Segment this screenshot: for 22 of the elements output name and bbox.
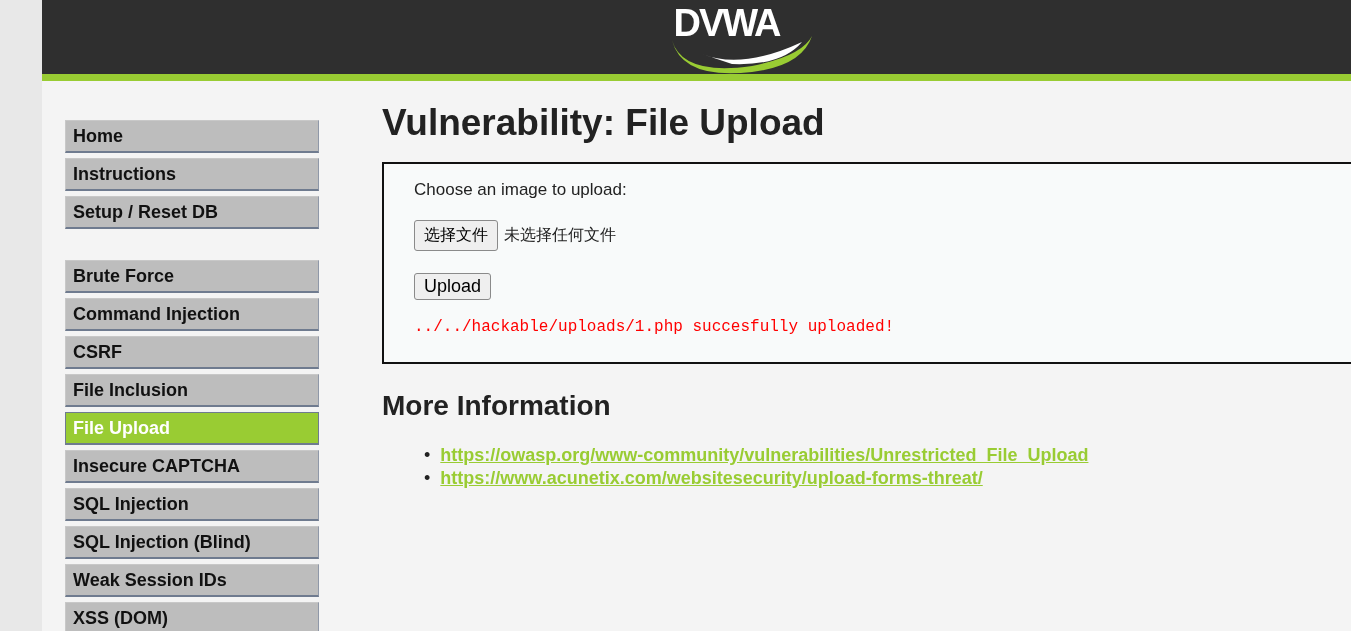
bullet: • [424,467,431,490]
upload-prompt: Choose an image to upload: [414,180,628,200]
menu-item[interactable]: XSS (DOM) [65,602,319,631]
upload-message: ../../hackable/uploads/1.php succesfully uploaded! [414,318,896,336]
menu-item[interactable]: SQL Injection (Blind) [65,526,319,559]
logo-text: DVWA [673,2,780,44]
menu-item[interactable]: SQL Injection [65,488,319,521]
file-status-text: 未选择任何文件 [504,225,616,246]
menu-item[interactable]: Home [65,120,319,153]
menu-item[interactable]: Setup / Reset DB [65,196,319,229]
choose-file-button[interactable]: 选择文件 [414,220,498,251]
page-title: Vulnerability: File Upload [382,102,826,144]
bullet: • [424,444,431,467]
upload-button[interactable]: Upload [414,273,492,300]
menu-item[interactable]: Weak Session IDs [65,564,319,597]
menu-item[interactable]: CSRF [65,336,319,369]
section-heading: More Information [382,390,612,422]
menu-item[interactable]: Insecure CAPTCHA [65,450,319,483]
menu-item[interactable]: Instructions [65,158,319,191]
menu-item[interactable]: File Inclusion [65,374,319,407]
menu-item[interactable]: Brute Force [65,260,319,293]
menu-item[interactable]: Command Injection [65,298,319,331]
